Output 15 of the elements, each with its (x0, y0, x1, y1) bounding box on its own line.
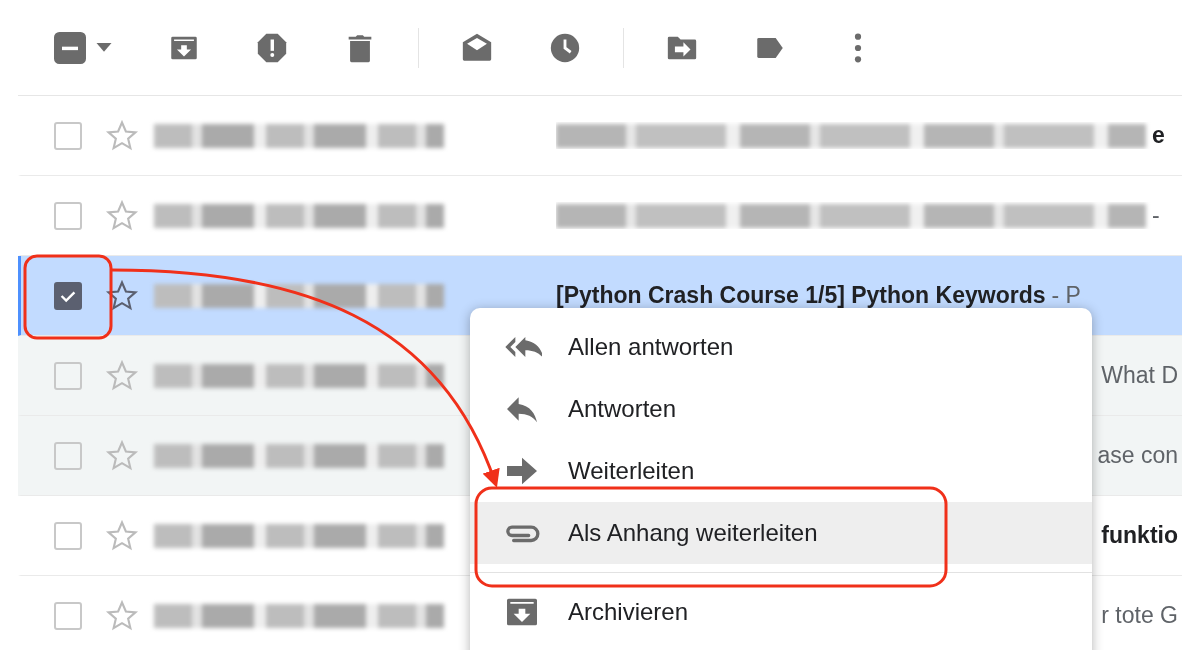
email-snippet: ase con (1097, 442, 1178, 469)
select-checkbox[interactable] (54, 31, 86, 64)
row-checkbox[interactable] (54, 281, 82, 310)
email-subject: e (1152, 122, 1165, 149)
menu-item[interactable]: Antworten (470, 378, 1092, 440)
menu-item[interactable]: Weiterleiten (470, 440, 1092, 502)
email-subject: [Python Crash Course 1/5] Python Keywords (556, 282, 1046, 309)
email-snippet: - P (1051, 282, 1081, 309)
email-subject: funktio (1101, 522, 1178, 549)
email-snippet: - (1152, 202, 1160, 229)
menu-item[interactable]: Als Anhang weiterleiten (470, 502, 1092, 564)
menu-item[interactable]: Archivieren (470, 581, 1092, 643)
email-snippet: r tote G (1101, 602, 1178, 629)
email-snippet: What D (1101, 362, 1178, 389)
caret-icon[interactable] (96, 42, 112, 53)
